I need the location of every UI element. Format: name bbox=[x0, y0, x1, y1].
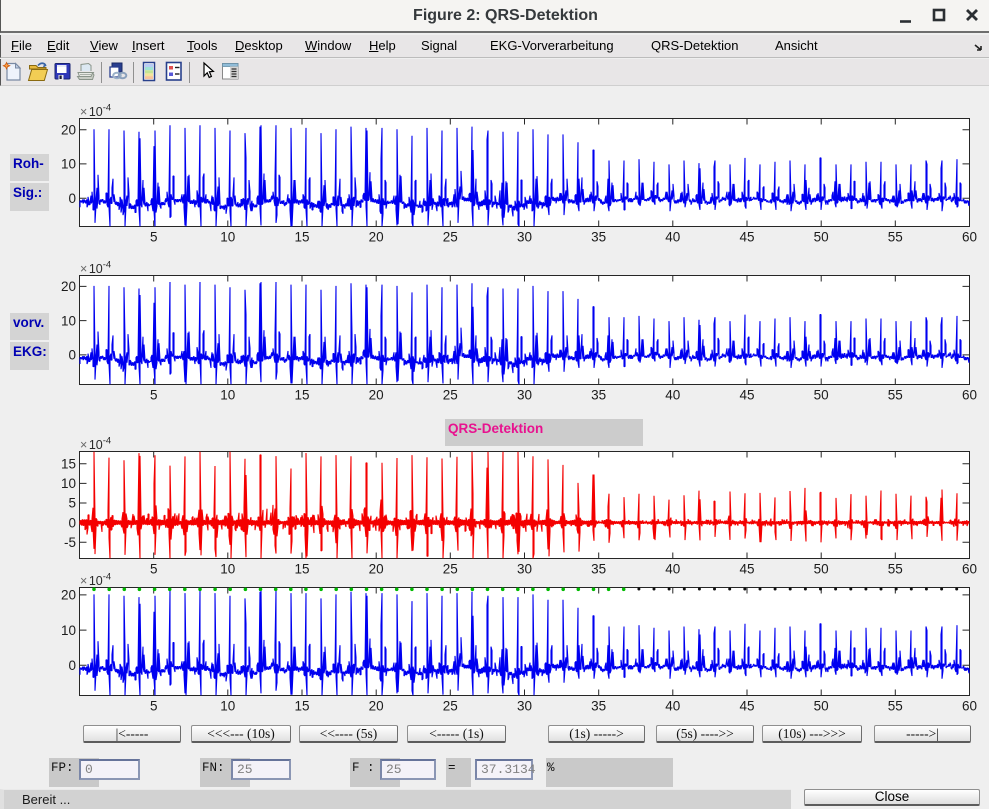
svg-text:40: 40 bbox=[665, 562, 680, 577]
svg-text:30: 30 bbox=[517, 388, 532, 403]
svg-text:25: 25 bbox=[443, 562, 458, 577]
svg-text:55: 55 bbox=[888, 388, 903, 403]
svg-text:50: 50 bbox=[814, 562, 829, 577]
svg-text:10: 10 bbox=[61, 476, 76, 491]
svg-text:45: 45 bbox=[739, 230, 754, 245]
svg-text:15: 15 bbox=[61, 457, 76, 472]
svg-text:45: 45 bbox=[739, 699, 754, 714]
svg-text:40: 40 bbox=[665, 388, 680, 403]
svg-text:40: 40 bbox=[665, 230, 680, 245]
svg-text:35: 35 bbox=[591, 699, 606, 714]
svg-text:10: 10 bbox=[220, 388, 235, 403]
svg-text:-5: -5 bbox=[64, 535, 76, 550]
svg-text:35: 35 bbox=[591, 562, 606, 577]
svg-text:15: 15 bbox=[294, 230, 309, 245]
svg-text:10: 10 bbox=[61, 313, 76, 328]
svg-text:30: 30 bbox=[517, 699, 532, 714]
svg-text:0: 0 bbox=[68, 191, 76, 206]
svg-text:50: 50 bbox=[814, 230, 829, 245]
svg-text:20: 20 bbox=[369, 388, 384, 403]
svg-text:60: 60 bbox=[962, 562, 977, 577]
svg-text:15: 15 bbox=[294, 699, 309, 714]
svg-text:10: 10 bbox=[220, 562, 235, 577]
svg-text:0: 0 bbox=[68, 348, 76, 363]
svg-text:30: 30 bbox=[517, 562, 532, 577]
svg-text:20: 20 bbox=[61, 122, 76, 137]
svg-text:×10-4: ×10-4 bbox=[80, 436, 111, 453]
svg-text:15: 15 bbox=[294, 388, 309, 403]
svg-text:20: 20 bbox=[369, 230, 384, 245]
svg-text:15: 15 bbox=[294, 562, 309, 577]
svg-text:25: 25 bbox=[443, 230, 458, 245]
svg-text:10: 10 bbox=[220, 699, 235, 714]
svg-text:10: 10 bbox=[220, 230, 235, 245]
svg-text:0: 0 bbox=[68, 658, 76, 673]
svg-text:45: 45 bbox=[739, 562, 754, 577]
svg-text:25: 25 bbox=[443, 699, 458, 714]
svg-text:55: 55 bbox=[888, 562, 903, 577]
svg-text:45: 45 bbox=[739, 388, 754, 403]
svg-text:35: 35 bbox=[591, 388, 606, 403]
svg-text:60: 60 bbox=[962, 699, 977, 714]
svg-text:30: 30 bbox=[517, 230, 532, 245]
svg-text:×10-4: ×10-4 bbox=[80, 572, 111, 589]
svg-text:5: 5 bbox=[68, 496, 76, 511]
svg-text:5: 5 bbox=[150, 230, 158, 245]
svg-text:50: 50 bbox=[814, 699, 829, 714]
svg-text:20: 20 bbox=[369, 699, 384, 714]
svg-text:60: 60 bbox=[962, 230, 977, 245]
svg-text:55: 55 bbox=[888, 699, 903, 714]
svg-text:50: 50 bbox=[814, 388, 829, 403]
svg-text:5: 5 bbox=[150, 562, 158, 577]
svg-text:20: 20 bbox=[61, 588, 76, 603]
svg-text:×10-4: ×10-4 bbox=[80, 260, 111, 277]
svg-text:35: 35 bbox=[591, 230, 606, 245]
svg-text:20: 20 bbox=[369, 562, 384, 577]
svg-text:0: 0 bbox=[68, 515, 76, 530]
svg-text:25: 25 bbox=[443, 388, 458, 403]
svg-text:40: 40 bbox=[665, 699, 680, 714]
svg-text:10: 10 bbox=[61, 623, 76, 638]
svg-text:60: 60 bbox=[962, 388, 977, 403]
svg-text:5: 5 bbox=[150, 388, 158, 403]
svg-text:10: 10 bbox=[61, 157, 76, 172]
svg-text:20: 20 bbox=[61, 279, 76, 294]
svg-text:55: 55 bbox=[888, 230, 903, 245]
svg-text:5: 5 bbox=[150, 699, 158, 714]
svg-text:×10-4: ×10-4 bbox=[80, 103, 111, 120]
